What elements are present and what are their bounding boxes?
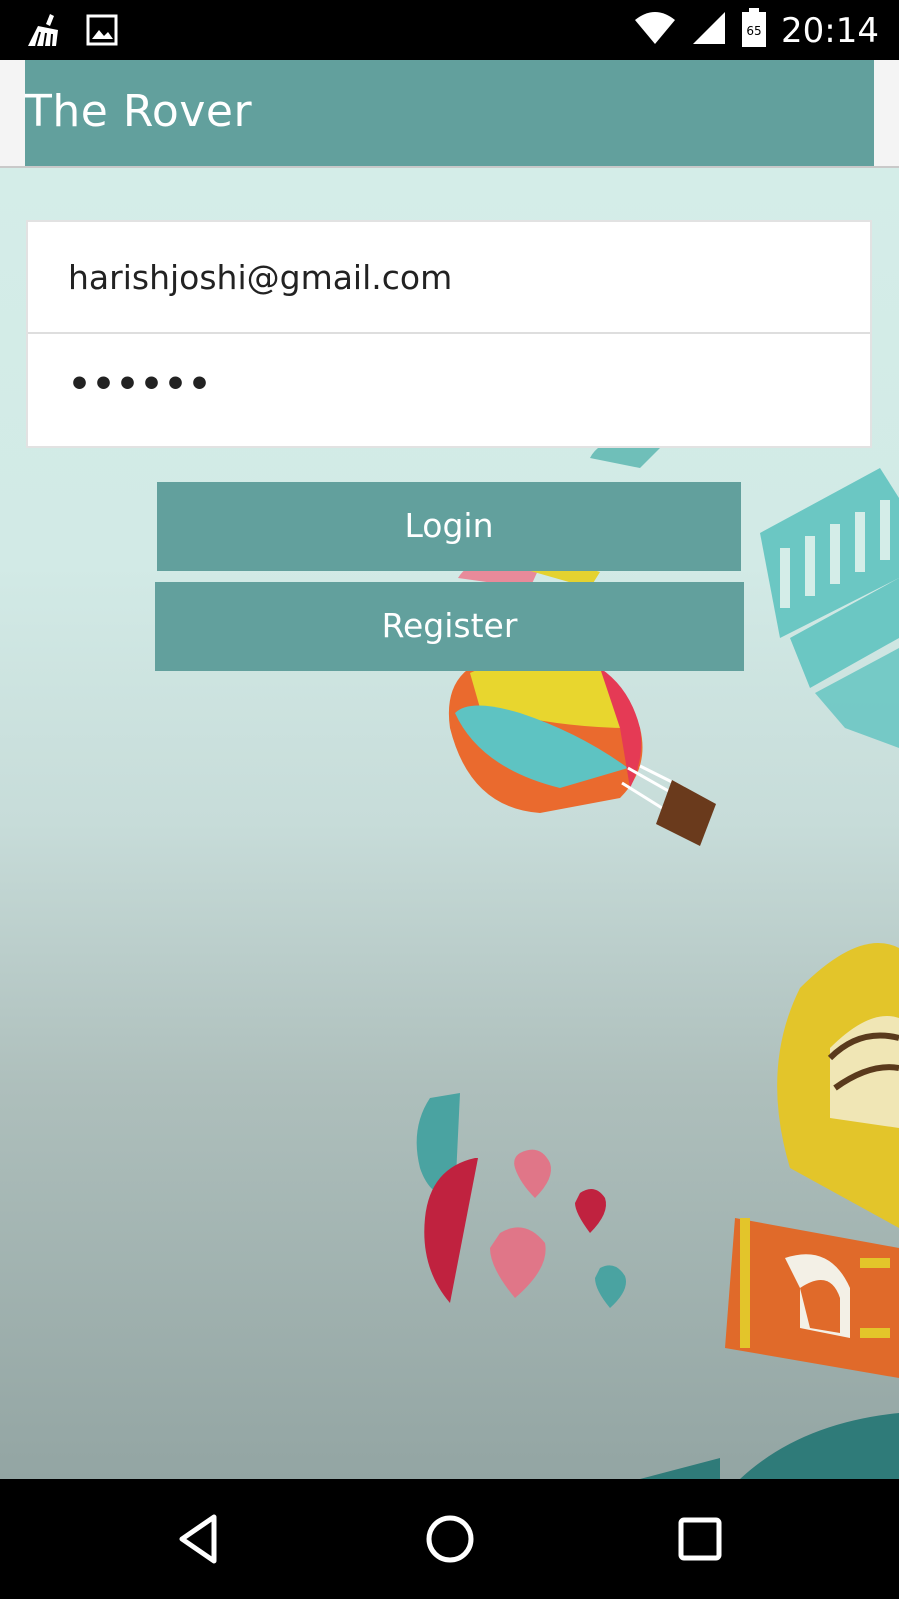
- register-button[interactable]: Register: [155, 582, 744, 671]
- app-title: The Rover: [25, 86, 253, 137]
- recents-icon[interactable]: [670, 1509, 730, 1569]
- back-icon[interactable]: [170, 1509, 230, 1569]
- navigation-bar: [0, 1479, 899, 1599]
- login-button[interactable]: Login: [157, 482, 741, 571]
- colosseum-illustration: [777, 943, 899, 1228]
- arch-building-illustration: [725, 1218, 899, 1378]
- battery-icon: 65: [741, 8, 767, 53]
- wifi-icon: [633, 10, 677, 51]
- login-form: harishjoshi@gmail.com ••••••: [26, 220, 872, 448]
- email-value[interactable]: harishjoshi@gmail.com: [68, 258, 452, 297]
- clock: 20:14: [781, 10, 879, 51]
- tower-illustration: [760, 468, 899, 748]
- status-left-icons: [24, 12, 118, 53]
- app-bar-area: The Rover: [0, 60, 899, 168]
- login-screen: harishjoshi@gmail.com •••••• Login Regis…: [0, 168, 899, 1479]
- email-field[interactable]: harishjoshi@gmail.com: [28, 222, 870, 334]
- status-bar: 65 20:14: [0, 0, 899, 60]
- hearts-cloud-illustration: [416, 1093, 626, 1308]
- balloon-illustration: [448, 652, 716, 846]
- status-right-icons: 65 20:14: [633, 8, 879, 53]
- home-icon[interactable]: [420, 1509, 480, 1569]
- password-value[interactable]: ••••••: [68, 364, 212, 405]
- cell-signal-icon: [691, 10, 727, 51]
- cleaner-icon: [24, 12, 64, 53]
- battery-level: 65: [746, 24, 761, 38]
- toolbar: The Rover: [25, 60, 874, 166]
- password-field[interactable]: ••••••: [28, 334, 870, 446]
- image-icon: [86, 14, 118, 51]
